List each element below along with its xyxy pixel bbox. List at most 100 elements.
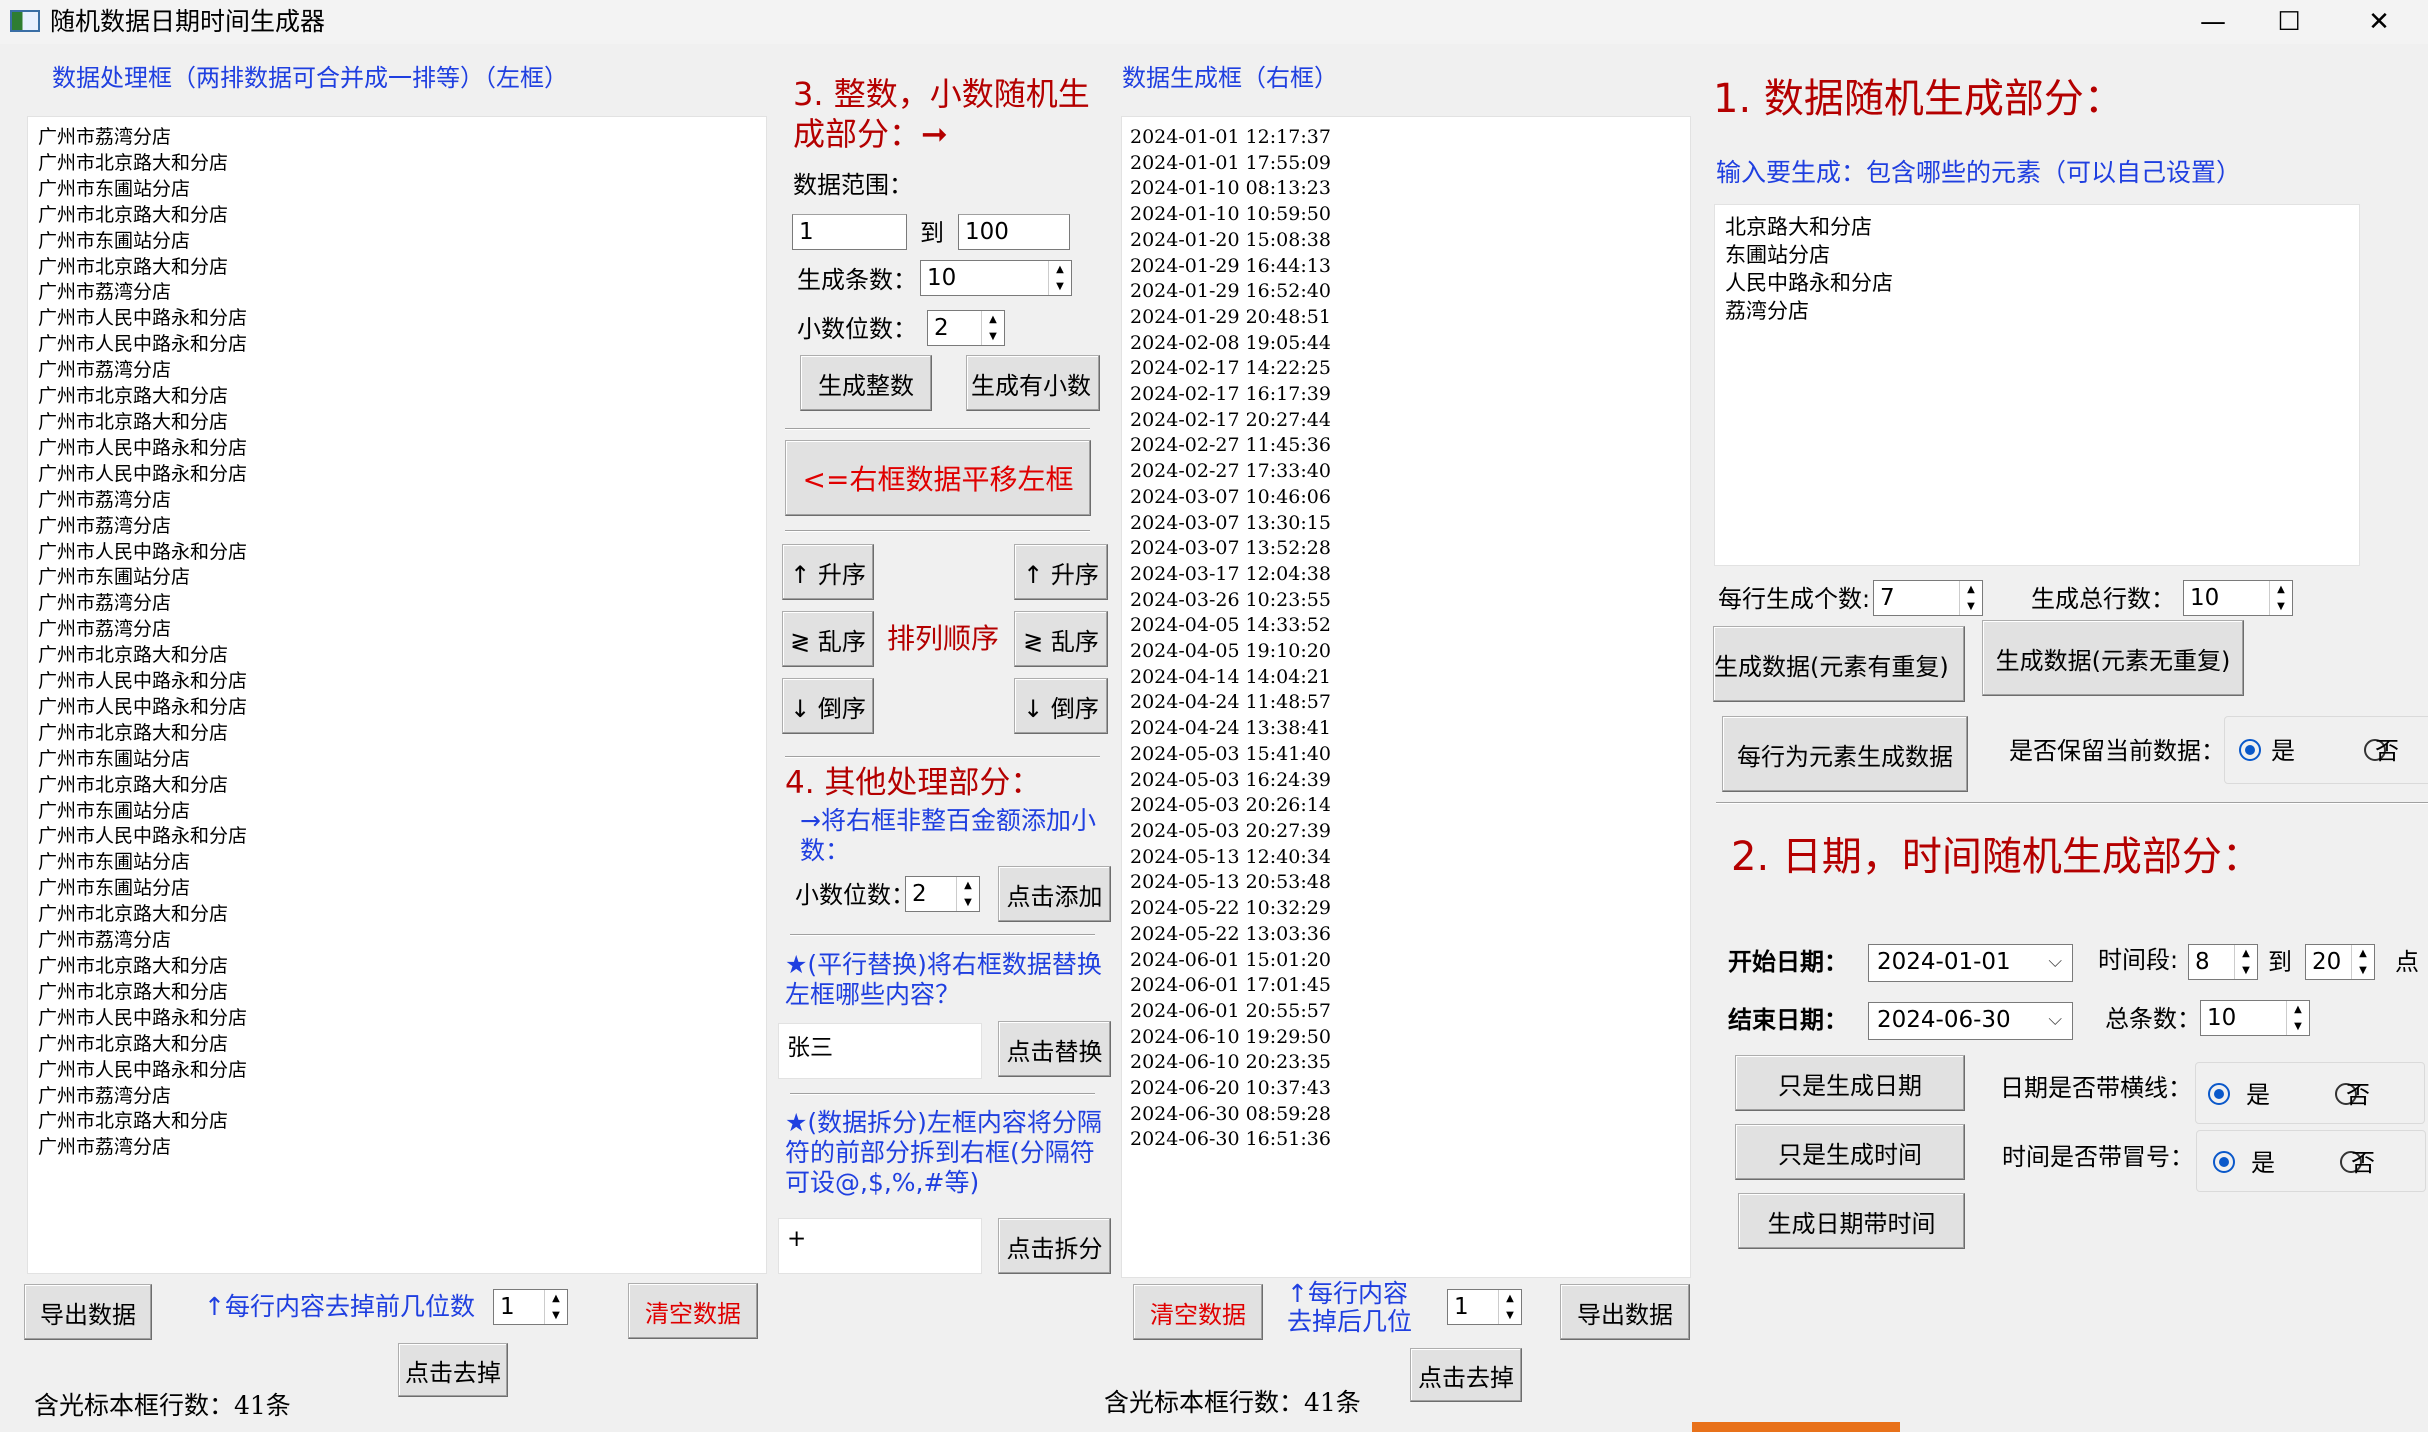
- list-item: 广州市人民中路永和分店: [38, 307, 248, 330]
- range-to-input[interactable]: 100: [958, 214, 1070, 250]
- spin-up-icon[interactable]: ▲: [545, 1290, 567, 1307]
- spin-up-icon[interactable]: ▲: [2235, 945, 2257, 962]
- left-clear-button[interactable]: 清空数据: [628, 1283, 758, 1339]
- spin-down-icon[interactable]: ▼: [2235, 962, 2257, 979]
- gen-int-button[interactable]: 生成整数: [800, 355, 932, 411]
- only-date-button[interactable]: 只是生成日期: [1735, 1055, 1965, 1111]
- right-trim-label: ↑每行内容去掉后几位数？: [1287, 1280, 1413, 1336]
- total-rows-spinbox[interactable]: 10 ▲ ▼: [2183, 580, 2293, 616]
- spin-down-icon[interactable]: ▼: [2352, 962, 2374, 979]
- spin-down-icon[interactable]: ▼: [2270, 598, 2292, 615]
- range-from-input[interactable]: 1: [792, 214, 907, 250]
- list-item: 2024-01-10 10:59:50: [1130, 203, 1331, 226]
- list-item: 2024-02-17 16:17:39: [1130, 383, 1331, 406]
- gen-dec-button[interactable]: 生成有小数: [966, 355, 1100, 411]
- list-item: 广州市东圃站分店: [38, 747, 191, 770]
- count-label: 生成条数：: [797, 266, 917, 294]
- split-input[interactable]: +: [778, 1218, 982, 1274]
- list-item: 广州市北京路大和分店: [38, 1110, 229, 1133]
- spin-down-icon[interactable]: ▼: [957, 894, 979, 911]
- gen-per-element-button[interactable]: 每行为元素生成数据: [1722, 716, 1968, 792]
- list-item: 2024-03-07 13:52:28: [1130, 537, 1331, 560]
- spin-up-icon[interactable]: ▲: [1499, 1290, 1521, 1307]
- gen-repeat-button[interactable]: 生成数据(元素有重复): [1713, 626, 1965, 702]
- right-trim-spinbox[interactable]: 1 ▲ ▼: [1447, 1289, 1522, 1325]
- date-dash-label: 日期是否带横线：: [2000, 1074, 2192, 1102]
- gen-norepeat-button[interactable]: 生成数据(元素无重复): [1982, 620, 2244, 696]
- right-shuffle-button[interactable]: ≷ 乱序: [1014, 611, 1108, 667]
- spin-up-icon[interactable]: ▲: [957, 877, 979, 894]
- list-item: 广州市荔湾分店: [38, 929, 172, 952]
- time-to-spinbox[interactable]: 20 ▲ ▼: [2305, 944, 2375, 980]
- elements-textbox[interactable]: 北京路大和分店 东圃站分店 人民中路永和分店 荔湾分店: [1714, 204, 2360, 566]
- total-label: 总条数：: [2105, 1005, 2201, 1033]
- time-from-spinbox[interactable]: 8 ▲ ▼: [2188, 944, 2258, 980]
- date-dash-radio-group: 是 否: [2195, 1062, 2425, 1124]
- left-shuffle-button[interactable]: ≷ 乱序: [782, 611, 874, 667]
- spin-up-icon[interactable]: ▲: [1960, 581, 1982, 598]
- list-item: 2024-01-20 15:08:38: [1130, 228, 1331, 251]
- total-spinbox[interactable]: 10 ▲ ▼: [2200, 1000, 2310, 1036]
- start-date-label: 开始日期：: [1728, 948, 1848, 976]
- list-item: 2024-02-27 11:45:36: [1130, 434, 1331, 457]
- spin-up-icon[interactable]: ▲: [2352, 945, 2374, 962]
- start-date-combo[interactable]: 2024-01-01 ⌵: [1868, 944, 2073, 982]
- maximize-button[interactable]: ☐: [2254, 0, 2324, 44]
- left-textbox[interactable]: 广州市荔湾分店广州市北京路大和分店 广州市东圃站分店广州市北京路大和分店 广州市东圃…: [27, 116, 767, 1274]
- minimize-button[interactable]: —: [2178, 0, 2248, 44]
- left-trim-spinbox[interactable]: 1 ▲ ▼: [493, 1289, 568, 1325]
- left-apply-trim-button[interactable]: 点击去掉: [398, 1343, 508, 1397]
- keep-yes-radio[interactable]: [2239, 739, 2261, 761]
- list-item: 广州市北京路大和分店: [38, 1032, 229, 1055]
- spin-down-icon[interactable]: ▼: [1499, 1307, 1521, 1324]
- date-dash-yes-radio[interactable]: [2208, 1083, 2230, 1105]
- list-item: 北京路大和分店: [1725, 215, 1872, 239]
- spin-up-icon[interactable]: ▲: [1049, 261, 1071, 278]
- shift-left-button[interactable]: <=右框数据平移左框: [785, 440, 1091, 516]
- right-asc-button[interactable]: ↑ 升序: [1014, 544, 1108, 600]
- spin-up-icon[interactable]: ▲: [2287, 1001, 2309, 1018]
- spin-down-icon[interactable]: ▼: [1960, 598, 1982, 615]
- list-item: 2024-04-05 19:10:20: [1130, 640, 1331, 663]
- decimals-value: 2: [934, 315, 949, 341]
- list-item: 2024-06-01 20:55:57: [1130, 999, 1331, 1022]
- list-item: 2024-05-03 20:27:39: [1130, 819, 1331, 842]
- spin-up-icon[interactable]: ▲: [2270, 581, 2292, 598]
- decimals-spinbox[interactable]: 2 ▲ ▼: [927, 310, 1005, 346]
- only-time-button[interactable]: 只是生成时间: [1735, 1124, 1965, 1180]
- scroll-indicator: [1692, 1422, 1900, 1432]
- list-item: 广州市人民中路永和分店: [38, 462, 248, 485]
- right-desc-button[interactable]: ↓ 倒序: [1014, 678, 1108, 734]
- spin-down-icon[interactable]: ▼: [982, 328, 1004, 345]
- spin-down-icon[interactable]: ▼: [1049, 278, 1071, 295]
- spin-down-icon[interactable]: ▼: [545, 1307, 567, 1324]
- add-decimal-button[interactable]: 点击添加: [998, 866, 1111, 922]
- count-spinbox[interactable]: 10 ▲ ▼: [920, 260, 1072, 296]
- keep-radio-group: 是 否: [2224, 716, 2428, 784]
- end-date-combo[interactable]: 2024-06-30 ⌵: [1868, 1002, 2073, 1040]
- spin-down-icon[interactable]: ▼: [2287, 1018, 2309, 1035]
- add-decimals-spinbox[interactable]: 2 ▲ ▼: [905, 876, 980, 912]
- right-apply-trim-button[interactable]: 点击去掉: [1410, 1348, 1522, 1402]
- right-export-button[interactable]: 导出数据: [1560, 1284, 1690, 1340]
- time-colon-yes-radio[interactable]: [2213, 1151, 2235, 1173]
- left-asc-button[interactable]: ↑ 升序: [782, 544, 874, 600]
- replace-button[interactable]: 点击替换: [998, 1021, 1111, 1077]
- right-textbox[interactable]: 2024-01-01 12:17:37 2024-01-01 17:55:09 20…: [1121, 116, 1691, 1278]
- left-line-count: 含光标本框行数：41条: [34, 1391, 291, 1420]
- left-export-button[interactable]: 导出数据: [24, 1284, 152, 1340]
- replace-input[interactable]: 张三: [778, 1023, 982, 1079]
- date-time-button[interactable]: 生成日期带时间: [1738, 1193, 1965, 1249]
- close-button[interactable]: ✕: [2344, 0, 2414, 44]
- list-item: 2024-06-20 10:37:43: [1130, 1077, 1331, 1100]
- split-button[interactable]: 点击拆分: [998, 1218, 1111, 1274]
- list-item: 2024-02-17 14:22:25: [1130, 357, 1331, 380]
- spin-up-icon[interactable]: ▲: [982, 311, 1004, 328]
- sort-title: 排列顺序: [887, 622, 1000, 655]
- per-row-spinbox[interactable]: 7 ▲ ▼: [1873, 580, 1983, 616]
- left-desc-button[interactable]: ↓ 倒序: [782, 678, 874, 734]
- right-clear-button[interactable]: 清空数据: [1133, 1284, 1263, 1340]
- section1-title: 1. 数据随机生成部分：: [1713, 76, 2124, 122]
- list-item: 广州市人民中路永和分店: [38, 1006, 248, 1029]
- list-item: 广州市东圃站分店: [38, 851, 191, 874]
